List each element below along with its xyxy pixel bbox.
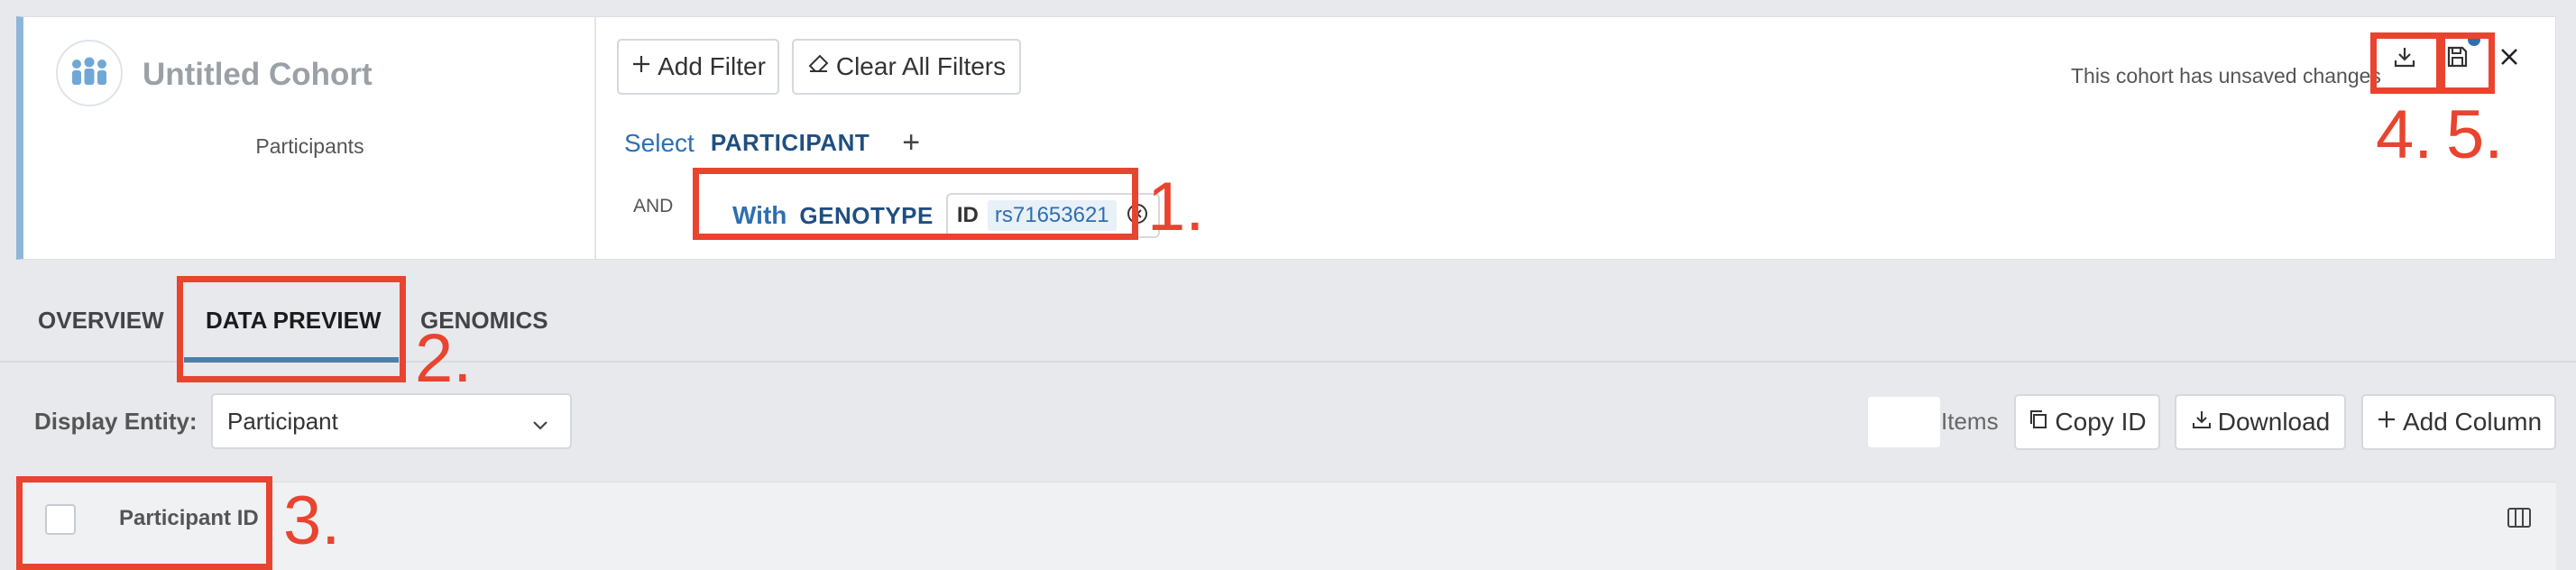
- close-cohort-button[interactable]: [2489, 39, 2529, 78]
- cohort-header-card: Untitled Cohort Participants Add Filter …: [16, 16, 2556, 260]
- annotation-box-4: [2370, 32, 2443, 94]
- select-entity[interactable]: PARTICIPANT: [711, 129, 869, 157]
- cohort-summary: Untitled Cohort Participants: [23, 17, 596, 259]
- items-count-input[interactable]: [1868, 397, 1940, 447]
- annotation-number-5: 5.: [2446, 97, 2504, 173]
- clear-all-filters-label: Clear All Filters: [835, 52, 1007, 80]
- add-filter-label: Add Filter: [658, 52, 766, 80]
- add-column-label: Add Column: [2402, 408, 2543, 436]
- close-icon: [2498, 46, 2520, 72]
- annotation-number-2: 2.: [415, 320, 473, 397]
- items-label: Items: [1941, 408, 1999, 435]
- columns-icon[interactable]: [2506, 506, 2533, 534]
- cohort-subtitle: Participants: [255, 134, 364, 158]
- chevron-down-icon: [530, 413, 550, 441]
- display-entity-label: Display Entity:: [34, 408, 198, 435]
- select-keyword: Select: [624, 128, 695, 157]
- eraser-icon: [807, 52, 831, 81]
- download-icon: [2191, 408, 2213, 437]
- annotation-box-3: [16, 476, 272, 570]
- add-column-button[interactable]: Add Column: [2361, 394, 2556, 450]
- annotation-box-2: [177, 276, 406, 382]
- annotation-number-3: 3.: [283, 483, 341, 559]
- cohort-title[interactable]: Untitled Cohort: [143, 57, 373, 93]
- download-label: Download: [2217, 408, 2331, 436]
- annotation-box-5: [2439, 32, 2495, 94]
- plus-icon: [2376, 408, 2397, 437]
- unsaved-changes-message: This cohort has unsaved changes: [2071, 64, 2381, 87]
- select-clause: Select PARTICIPANT +: [624, 125, 920, 161]
- annotation-box-1: [693, 168, 1138, 240]
- copy-icon: [2028, 408, 2049, 437]
- add-filter-button[interactable]: Add Filter: [617, 39, 779, 95]
- annotation-number-1: 1.: [1147, 169, 1205, 245]
- cohort-people-icon: [55, 39, 124, 107]
- and-operator[interactable]: AND: [633, 196, 673, 217]
- add-entity-button[interactable]: +: [902, 125, 920, 161]
- tab-overview[interactable]: OVERVIEW: [38, 307, 164, 335]
- copy-id-button[interactable]: Copy ID: [2014, 394, 2160, 450]
- display-entity-select[interactable]: Participant: [211, 393, 572, 449]
- display-entity-value: Participant: [227, 407, 338, 435]
- copy-id-label: Copy ID: [2055, 408, 2147, 436]
- clear-all-filters-button[interactable]: Clear All Filters: [792, 39, 1021, 95]
- download-button[interactable]: Download: [2175, 394, 2346, 450]
- plus-icon: [630, 52, 652, 81]
- annotation-number-4: 4.: [2376, 97, 2433, 173]
- table-header: Participant ID: [16, 482, 2556, 570]
